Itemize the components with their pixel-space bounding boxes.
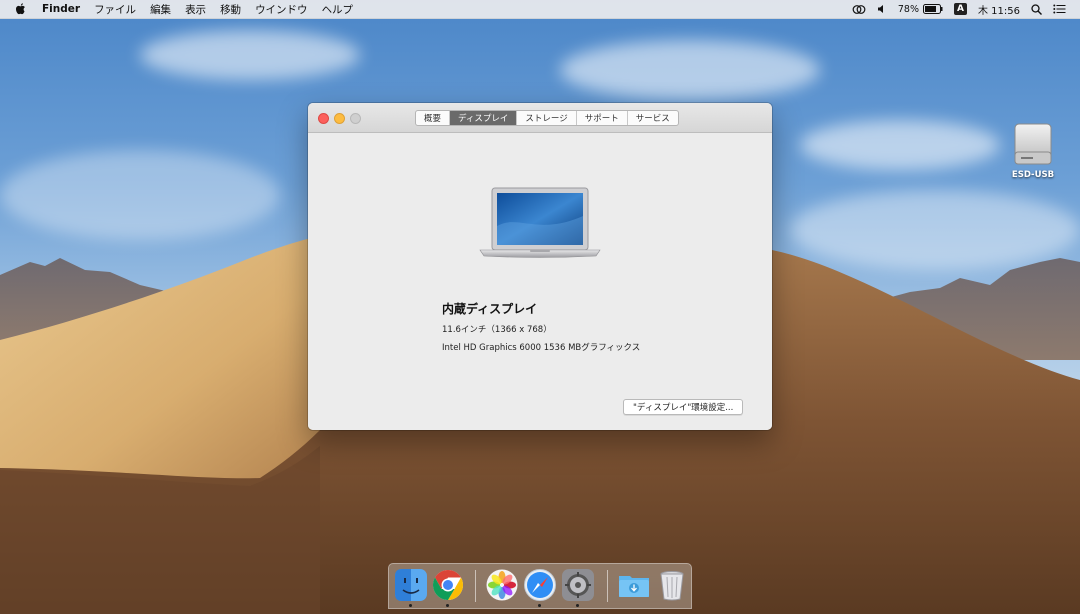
system-preferences-icon[interactable] xyxy=(561,568,595,602)
dock xyxy=(388,563,692,609)
about-this-mac-window: 概要 ディスプレイ ストレージ サポート サービス 内蔵ディスプレイ 11.6イ… xyxy=(308,103,772,430)
display-graphics: Intel HD Graphics 6000 1536 MBグラフィックス xyxy=(442,343,641,353)
dock-separator xyxy=(475,570,476,602)
display-preferences-button[interactable]: "ディスプレイ"環境設定... xyxy=(623,399,744,415)
desktop-drive-esd-usb[interactable]: ESD-USB xyxy=(1005,122,1061,180)
safari-icon[interactable] xyxy=(523,568,557,602)
battery-percent[interactable]: 78% xyxy=(898,4,919,15)
input-method-icon[interactable]: A xyxy=(954,3,967,15)
chrome-icon[interactable] xyxy=(431,568,465,602)
menu-edit[interactable]: 編集 xyxy=(150,2,171,17)
zoom-button xyxy=(350,113,361,124)
apple-icon[interactable] xyxy=(14,2,28,16)
running-indicator xyxy=(446,604,449,607)
menu-app-finder[interactable]: Finder xyxy=(42,3,80,15)
menubar-clock[interactable]: 木 11:56 xyxy=(978,2,1020,17)
finder-icon[interactable] xyxy=(394,568,428,602)
wifi-icon[interactable] xyxy=(852,4,866,15)
running-indicator xyxy=(409,604,412,607)
macbook-air-icon xyxy=(478,186,602,262)
menu-view[interactable]: 表示 xyxy=(185,2,206,17)
external-drive-icon xyxy=(1012,122,1054,166)
drive-label: ESD-USB xyxy=(1011,170,1055,180)
display-name: 内蔵ディスプレイ xyxy=(442,302,538,316)
tab-bar: 概要 ディスプレイ ストレージ サポート サービス xyxy=(415,110,679,126)
tab-overview[interactable]: 概要 xyxy=(416,111,451,125)
downloads-folder-icon[interactable] xyxy=(617,568,651,602)
dock-separator xyxy=(607,570,608,602)
menu-help[interactable]: ヘルプ xyxy=(322,2,354,17)
menu-go[interactable]: 移動 xyxy=(220,2,241,17)
window-content: 内蔵ディスプレイ 11.6インチ（1366 x 768） Intel HD Gr… xyxy=(308,134,772,430)
notification-center-icon[interactable] xyxy=(1053,4,1066,14)
volume-icon[interactable] xyxy=(877,4,887,14)
display-size: 11.6インチ（1366 x 768） xyxy=(442,325,552,335)
spotlight-search-icon[interactable] xyxy=(1031,3,1042,15)
menu-window[interactable]: ウインドウ xyxy=(255,2,308,17)
tab-service[interactable]: サービス xyxy=(628,111,678,125)
running-indicator xyxy=(576,604,579,607)
battery-icon[interactable] xyxy=(923,4,943,14)
close-button[interactable] xyxy=(318,113,329,124)
tab-storage[interactable]: ストレージ xyxy=(517,111,577,125)
tab-support[interactable]: サポート xyxy=(577,111,628,125)
window-titlebar[interactable]: 概要 ディスプレイ ストレージ サポート サービス xyxy=(308,103,772,133)
trash-icon[interactable] xyxy=(655,568,689,602)
menu-bar: Finder ファイル 編集 表示 移動 ウインドウ ヘルプ 78% A 木 1… xyxy=(0,0,1080,19)
minimize-button[interactable] xyxy=(334,113,345,124)
menu-file[interactable]: ファイル xyxy=(94,2,136,17)
photos-icon[interactable] xyxy=(485,568,519,602)
tab-displays[interactable]: ディスプレイ xyxy=(450,111,518,125)
running-indicator xyxy=(538,604,541,607)
